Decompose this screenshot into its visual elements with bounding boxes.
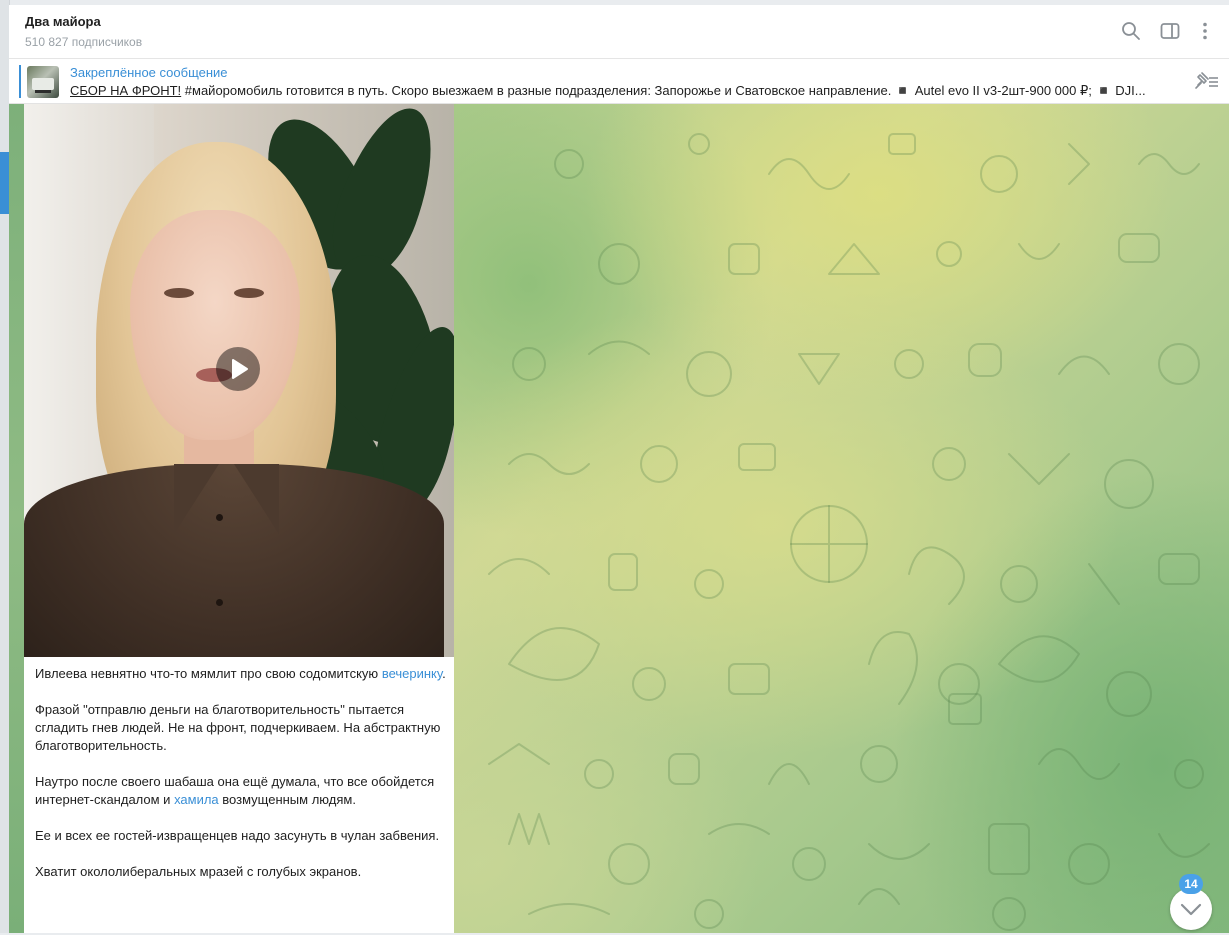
scroll-down-button[interactable] [1170,888,1212,930]
pinned-thumbnail [27,66,59,98]
text-span: . [442,666,446,681]
chevron-down-icon [1180,903,1202,916]
chat-area-edge [9,104,25,933]
eye [164,288,194,298]
text-span: возмущенным людям. [218,792,356,807]
eye [234,288,264,298]
chat-background: Ивлеева невнятно что-то мямлит про свою … [9,104,1229,933]
unread-count-badge: 14 [1179,874,1203,894]
pinned-indicator [19,65,21,98]
unpin-list-icon[interactable] [1193,71,1219,91]
search-icon[interactable] [1119,19,1143,43]
shirt-button [216,514,223,521]
chat-title[interactable]: Два майора [25,14,101,29]
subscriber-count: 510 827 подписчиков [25,35,143,49]
post-paragraph: Хватит окололиберальных мразей с голубых… [35,864,362,879]
pinned-title: Закреплённое сообщение [70,65,228,80]
shirt-collar [234,464,279,534]
pinned-body: #майоромобиль готовится в путь. Скоро вы… [181,83,1146,98]
subject-face [130,210,300,440]
video-preview[interactable] [24,104,454,657]
post-paragraph: Наутро после своего шабаша она ещё думал… [35,773,450,809]
channel-post[interactable]: Ивлеева невнятно что-то мямлит про свою … [24,104,454,933]
sidebar-toggle-icon[interactable] [1158,19,1182,43]
chat-header[interactable]: Два майора 510 827 подписчиков [9,5,1229,59]
text-span: Ивлеева невнятно что-то мямлит про свою … [35,666,382,681]
more-vertical-icon[interactable] [1193,19,1217,43]
pinned-text: СБОР НА ФРОНТ! #майоромобиль готовится в… [70,83,1170,99]
play-icon[interactable] [216,347,260,391]
link-rude[interactable]: хамила [174,792,219,807]
shirt-collar [174,464,219,534]
post-paragraph: Ее и всех ее гостей-извращенцев надо зас… [35,828,440,843]
link-party[interactable]: вечеринку [382,666,442,681]
post-text: Ивлеева невнятно что-то мямлит про свою … [35,665,450,899]
pinned-message-bar[interactable]: Закреплённое сообщение СБОР НА ФРОНТ! #м… [9,59,1229,104]
post-paragraph: Ивлеева невнятно что-то мямлит про свою … [35,665,450,683]
active-chat-indicator [0,152,9,214]
shirt-button [216,599,223,606]
pinned-headline: СБОР НА ФРОНТ! [70,83,182,98]
post-paragraph: Фразой "отправлю деньги на благотворител… [35,702,441,753]
